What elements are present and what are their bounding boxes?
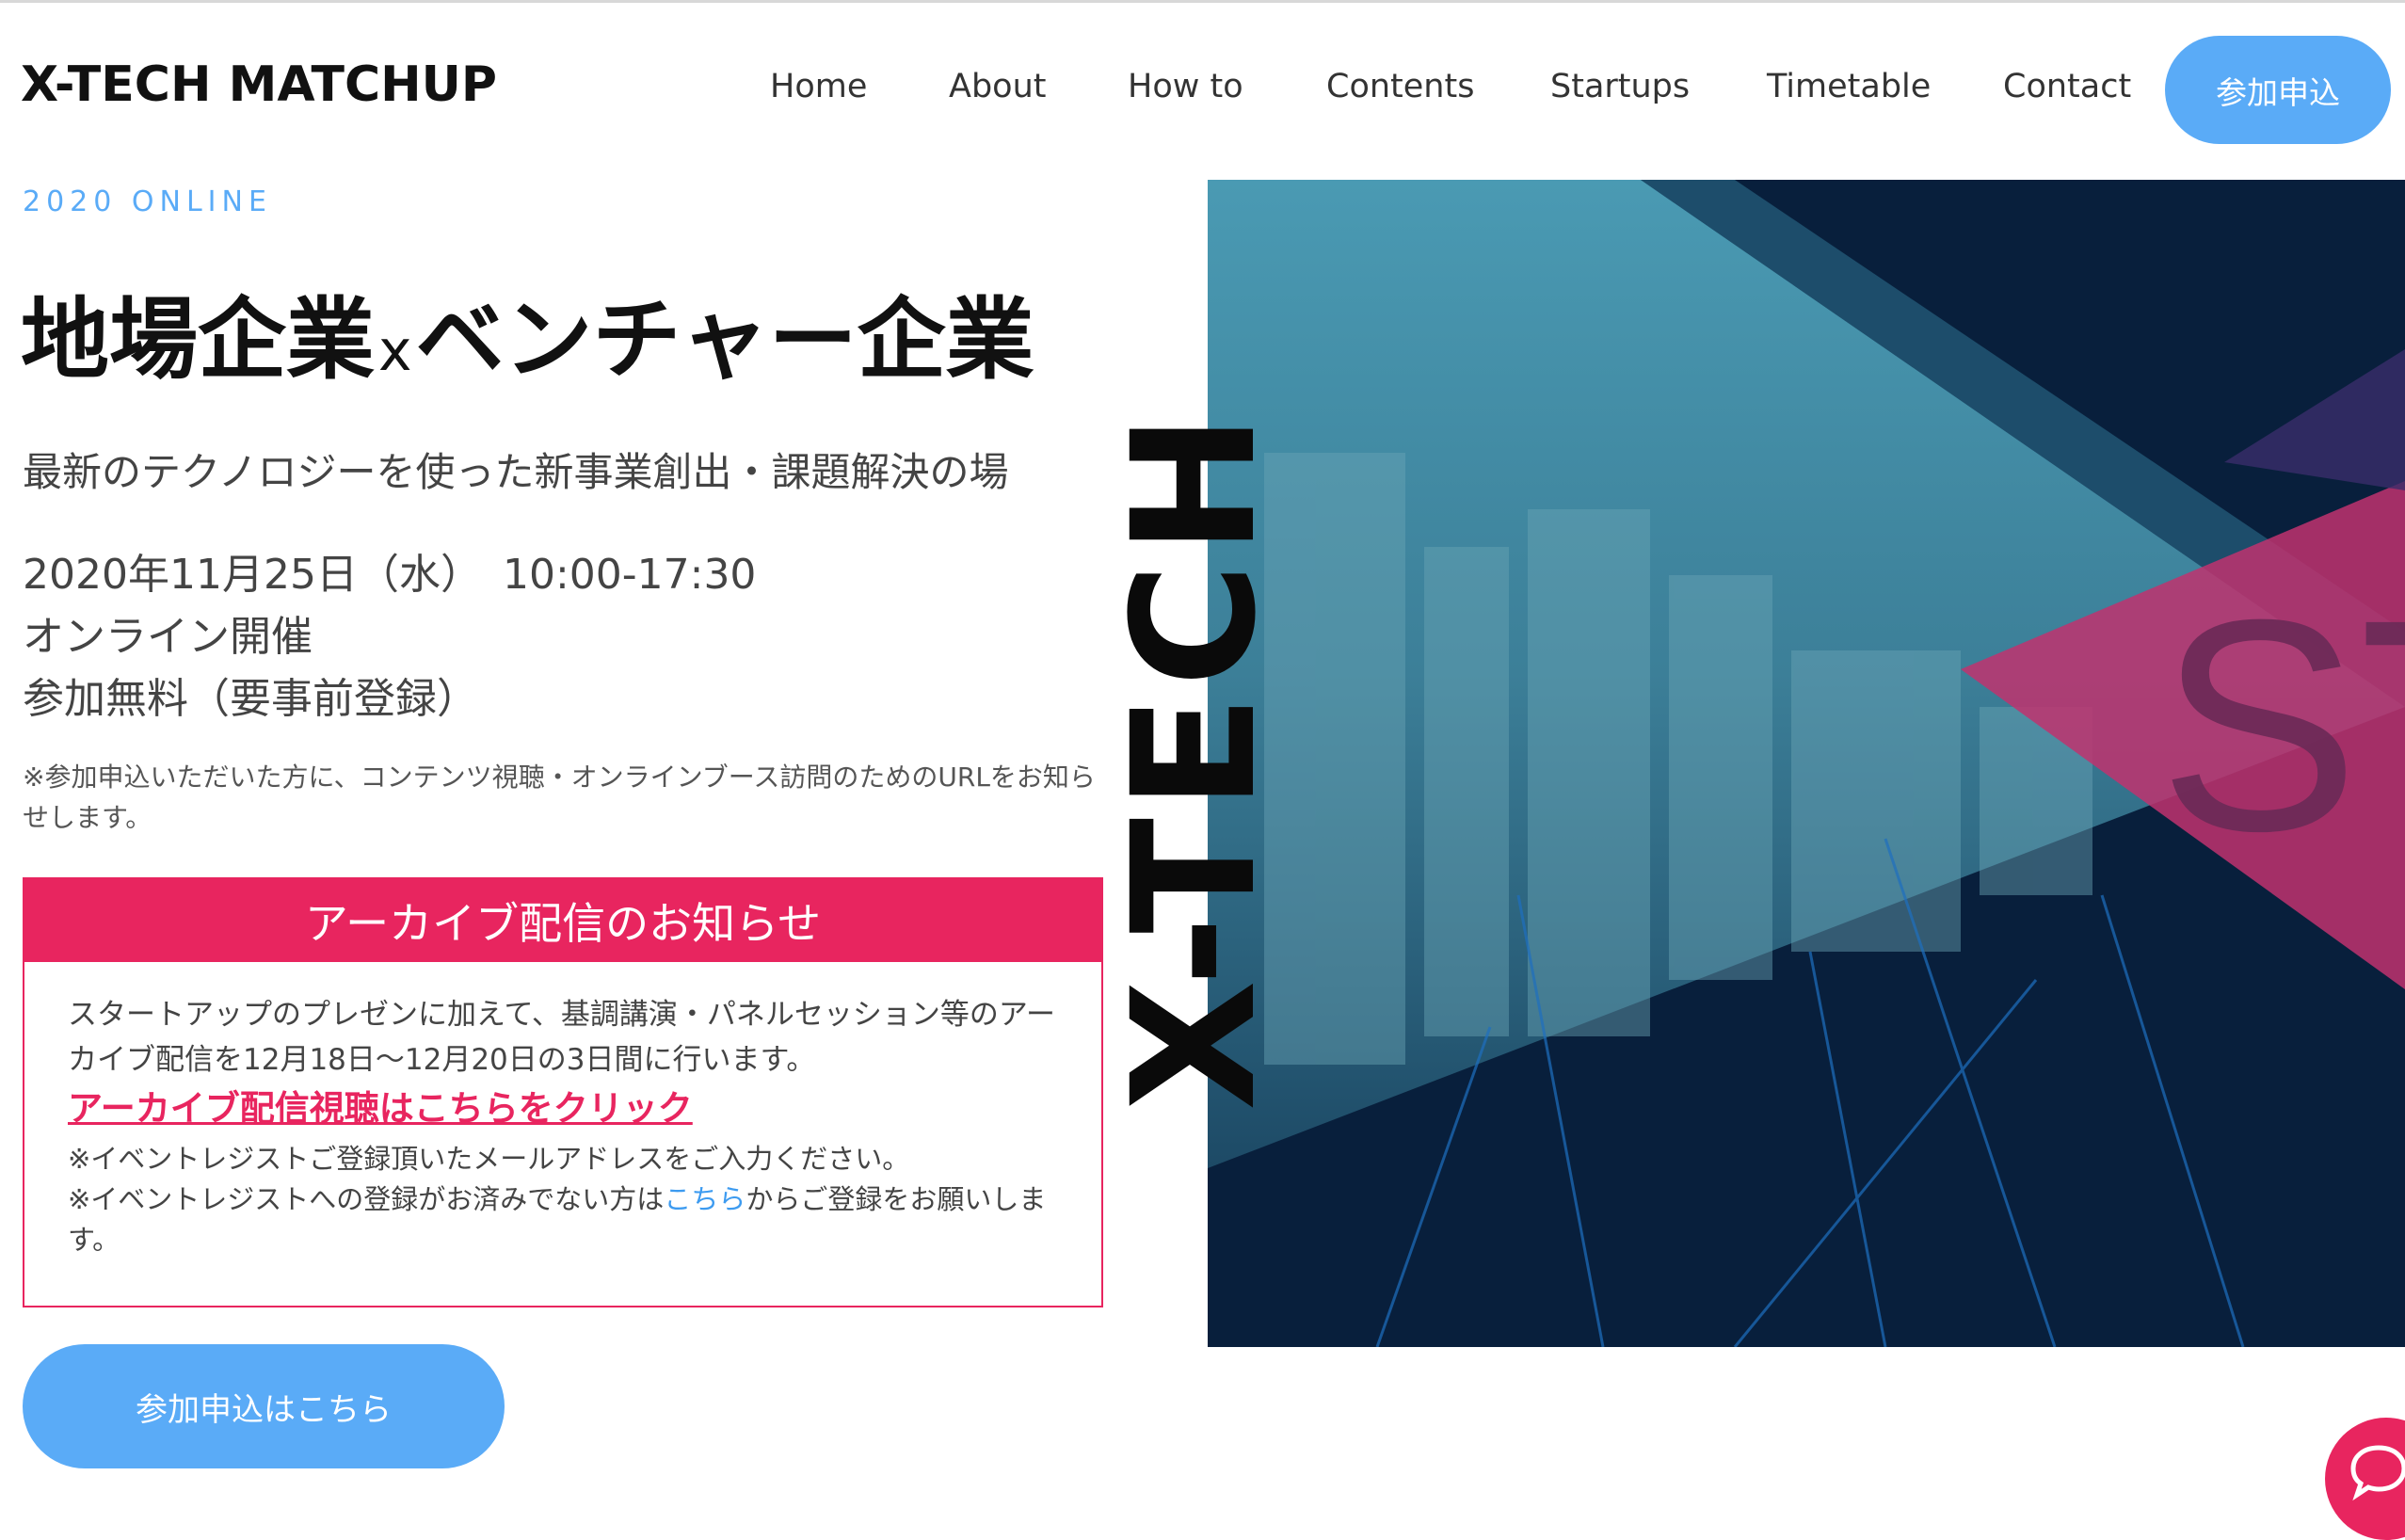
notice-note-2: ※イベントレジストへの登録がお済みでない方はこちらからご登録をお願いします。: [68, 1179, 1066, 1260]
headline-x: x: [378, 318, 412, 384]
archive-notice-box: アーカイブ配信のお知らせ スタートアップのプレゼンに加えて、基調講演・パネルセッ…: [23, 877, 1103, 1307]
notice-note-2-pre: ※イベントレジストへの登録がお済みでない方は: [68, 1183, 665, 1215]
registration-note: ※参加申込いただいた方に、コンテンツ視聴・オンラインブース訪問のためのURLをお…: [23, 762, 1096, 833]
headline-left: 地場企業: [21, 289, 376, 392]
nav-contact[interactable]: Contact: [2003, 68, 2131, 105]
hero-graphic: ST: [1208, 180, 2405, 1347]
apply-button-main[interactable]: 参加申込はこちら: [23, 1344, 505, 1468]
nav-about[interactable]: About: [949, 68, 1046, 105]
apply-button-header[interactable]: 参加申込: [2165, 36, 2391, 144]
notice-note-1: ※イベントレジストご登録頂いたメールアドレスをご入力ください。: [68, 1143, 910, 1175]
hero-image: ST: [1208, 180, 2405, 1347]
event-date: 2020年11月25日（水） 10:00-17:30: [23, 551, 757, 599]
event-venue: オンライン開催: [23, 613, 313, 661]
nav-timetable[interactable]: Timetable: [1767, 68, 1931, 105]
register-here-link[interactable]: こちら: [664, 1183, 746, 1215]
image-letters: ST: [2158, 556, 2405, 893]
tagline: 最新のテクノロジーを使った新事業創出・課題解決の場: [23, 449, 1009, 495]
event-eyebrow: 2020 ONLINE: [23, 185, 272, 218]
nav-contents[interactable]: Contents: [1326, 68, 1474, 105]
archive-link[interactable]: アーカイブ配信視聴はこちらをクリック: [68, 1086, 1066, 1131]
site-logo[interactable]: X-TECH MATCHUP: [21, 56, 497, 113]
notice-title: アーカイブ配信のお知らせ: [24, 879, 1101, 962]
chat-bubble-icon: [2350, 1445, 2405, 1501]
notice-description: スタートアップのプレゼンに加えて、基調講演・パネルセッション等のアーカイブ配信を…: [68, 998, 1056, 1077]
chat-button[interactable]: [2325, 1418, 2405, 1540]
main-headline: 地場企業xベンチャー企業: [21, 268, 1034, 396]
nav-startups[interactable]: Startups: [1550, 68, 1690, 105]
headline-right: ベンチャー企業: [415, 289, 1034, 392]
notice-body: スタートアップのプレゼンに加えて、基調講演・パネルセッション等のアーカイブ配信を…: [68, 992, 1066, 1260]
nav-how-to[interactable]: How to: [1128, 68, 1243, 105]
vertical-brand-text: X-TECH: [1097, 406, 1293, 1111]
nav-home[interactable]: Home: [770, 68, 867, 105]
event-fee: 参加無料（要事前登録）: [23, 675, 478, 723]
top-border: [0, 0, 2405, 3]
